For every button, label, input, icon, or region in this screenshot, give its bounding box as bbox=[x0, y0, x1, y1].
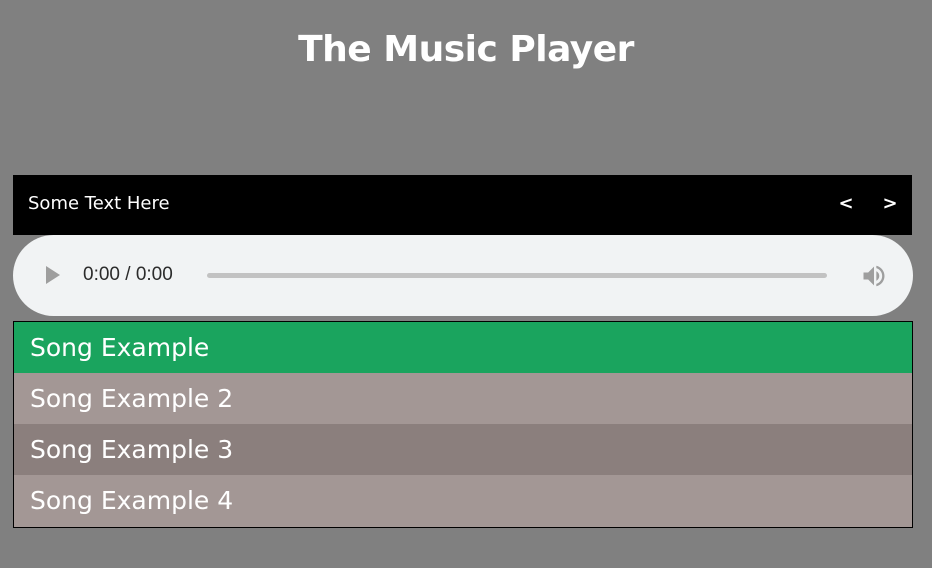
play-icon[interactable] bbox=[46, 266, 60, 284]
playlist-item[interactable]: Song Example 3 bbox=[14, 424, 912, 475]
playlist-item[interactable]: Song Example 4 bbox=[14, 475, 912, 526]
header-bar: Some Text Here < > bbox=[13, 175, 912, 235]
page-title: The Music Player bbox=[298, 29, 634, 70]
volume-icon-graphic bbox=[863, 265, 885, 287]
playlist: Song Example Song Example 2 Song Example… bbox=[13, 321, 913, 528]
header-text: Some Text Here bbox=[28, 193, 170, 214]
playlist-item-active[interactable]: Song Example bbox=[14, 322, 912, 373]
playlist-item[interactable]: Song Example 2 bbox=[14, 373, 912, 424]
volume-icon[interactable] bbox=[860, 262, 888, 290]
progress-slider[interactable] bbox=[207, 273, 827, 278]
audio-player: 0:00 / 0:00 bbox=[13, 235, 913, 316]
previous-button[interactable]: < bbox=[836, 175, 856, 235]
next-button[interactable]: > bbox=[880, 175, 900, 235]
time-display: 0:00 / 0:00 bbox=[83, 264, 173, 285]
